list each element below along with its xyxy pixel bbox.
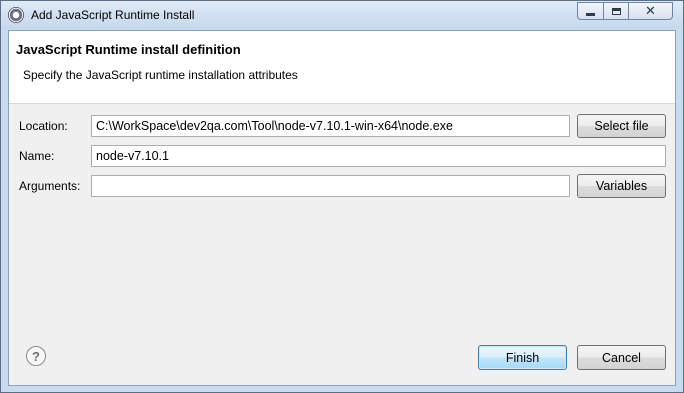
help-icon[interactable]: ? bbox=[26, 346, 46, 366]
arguments-label: Arguments: bbox=[19, 179, 81, 193]
variables-button[interactable]: Variables bbox=[577, 174, 666, 198]
minimize-icon bbox=[586, 12, 595, 16]
eclipse-icon bbox=[8, 7, 24, 23]
title-bar[interactable]: Add JavaScript Runtime Install ✕ bbox=[1, 1, 683, 29]
maximize-button[interactable] bbox=[603, 2, 629, 20]
header-panel: JavaScript Runtime install definition Sp… bbox=[9, 31, 675, 104]
close-icon: ✕ bbox=[645, 3, 656, 19]
location-label: Location: bbox=[19, 119, 68, 133]
arguments-input[interactable] bbox=[91, 175, 570, 197]
name-input[interactable] bbox=[91, 145, 666, 167]
dialog-body: JavaScript Runtime install definition Sp… bbox=[8, 30, 676, 386]
close-button[interactable]: ✕ bbox=[628, 2, 673, 20]
finish-button[interactable]: Finish bbox=[478, 345, 567, 370]
location-input[interactable] bbox=[91, 115, 570, 137]
cancel-button[interactable]: Cancel bbox=[577, 345, 666, 370]
select-file-button[interactable]: Select file bbox=[577, 114, 666, 138]
window-title: Add JavaScript Runtime Install bbox=[31, 8, 195, 22]
minimize-button[interactable] bbox=[577, 2, 604, 20]
page-title: JavaScript Runtime install definition bbox=[16, 42, 241, 57]
page-description: Specify the JavaScript runtime installat… bbox=[23, 68, 298, 82]
maximize-icon bbox=[611, 7, 621, 15]
dialog-window: Add JavaScript Runtime Install ✕ JavaScr… bbox=[0, 0, 684, 393]
name-label: Name: bbox=[19, 149, 55, 163]
